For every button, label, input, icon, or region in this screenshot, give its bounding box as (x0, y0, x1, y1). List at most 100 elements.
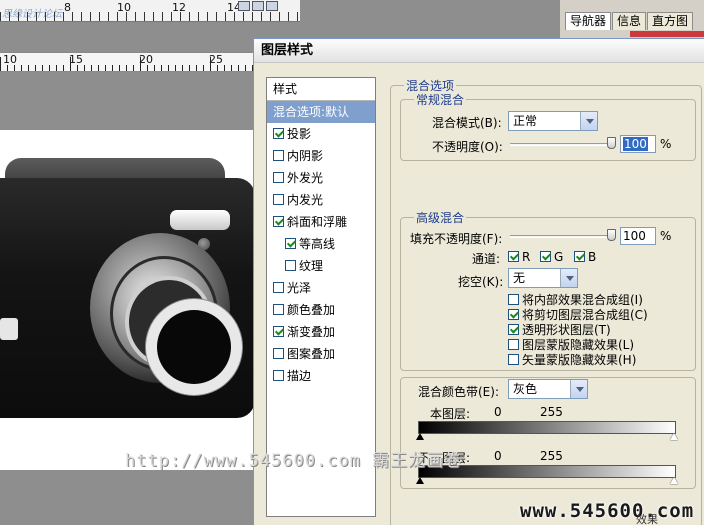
ruler-tick (9, 12, 10, 21)
dialog-title: 图层样式 (254, 39, 704, 63)
ruler-tick (252, 12, 253, 21)
advanced-option[interactable]: 矢量蒙版隐藏效果(H) (508, 351, 636, 368)
opacity-label: 不透明度(O): (432, 140, 503, 154)
this-layer-black-slider[interactable] (416, 433, 424, 440)
window-controls[interactable] (238, 0, 280, 11)
url-watermark: http://www.545600.com 霸王龙画卷 (125, 451, 463, 471)
channel-b-checkbox[interactable] (574, 251, 585, 262)
advanced-option-checkbox[interactable] (508, 294, 519, 305)
style-item-checkbox[interactable] (273, 282, 284, 293)
style-item[interactable]: 投影 (267, 123, 375, 145)
underlying-layer-black-slider[interactable] (416, 477, 424, 484)
style-item-checkbox[interactable] (273, 216, 284, 227)
ruler-tick (162, 12, 163, 21)
advanced-option-checkbox[interactable] (508, 309, 519, 320)
style-item[interactable]: 混合选项:默认 (267, 101, 375, 123)
camera-strap-holder (0, 318, 18, 340)
style-item[interactable]: 光泽 (267, 277, 375, 299)
style-item-checkbox[interactable] (273, 194, 284, 205)
style-item[interactable]: 纹理 (267, 255, 375, 277)
ruler-tick (49, 65, 50, 71)
navigator-view-box[interactable] (630, 31, 704, 37)
ruler-tick (91, 65, 92, 71)
style-item[interactable]: 内发光 (267, 189, 375, 211)
advanced-option-checkbox[interactable] (508, 324, 519, 335)
maximize-icon[interactable] (252, 1, 264, 11)
styles-header[interactable]: 样式 (267, 78, 375, 101)
ruler-tick (196, 65, 197, 71)
fill-opacity-label: 填充不透明度(F): (410, 232, 503, 246)
style-item[interactable]: 渐变叠加 (267, 321, 375, 343)
style-item-checkbox[interactable] (285, 238, 296, 249)
ruler-number: 15 (69, 53, 83, 66)
knockout-label: 挖空(K): (458, 275, 504, 289)
style-item-checkbox[interactable] (273, 304, 284, 315)
tab-histogram[interactable]: 直方图 (647, 12, 694, 30)
style-item[interactable]: 斜面和浮雕 (267, 211, 375, 233)
ruler-tick (35, 65, 36, 71)
ruler-tick (270, 12, 271, 21)
ruler-tick (18, 12, 19, 21)
style-item[interactable]: 内阴影 (267, 145, 375, 167)
style-item-checkbox[interactable] (273, 348, 284, 359)
style-item-label: 内发光 (287, 193, 324, 207)
ruler-tick (238, 65, 239, 71)
style-item-label: 等高线 (299, 237, 336, 251)
knockout-select[interactable]: 无 (508, 268, 578, 288)
opacity-slider-thumb[interactable] (607, 137, 616, 149)
style-item[interactable]: 颜色叠加 (267, 299, 375, 321)
style-item[interactable]: 描边 (267, 365, 375, 387)
style-item-label: 斜面和浮雕 (287, 215, 348, 229)
channel-g[interactable]: G (540, 250, 563, 264)
blend-mode-select[interactable]: 正常 (508, 111, 598, 131)
style-item-checkbox[interactable] (273, 172, 284, 183)
this-layer-min: 0 (494, 405, 502, 419)
chevron-down-icon[interactable] (570, 380, 587, 398)
ruler-tick (245, 65, 246, 71)
ruler-tick (98, 65, 99, 71)
this-layer-white-slider[interactable] (670, 433, 678, 440)
chevron-down-icon[interactable] (580, 112, 597, 130)
blend-if-value: 灰色 (513, 382, 538, 396)
style-item-checkbox[interactable] (273, 128, 284, 139)
document-ruler: 10 15 20 25 (0, 52, 262, 72)
style-item[interactable]: 等高线 (267, 233, 375, 255)
ruler-tick (225, 12, 226, 21)
advanced-option-checkbox[interactable] (508, 339, 519, 350)
ruler-tick (153, 12, 154, 21)
style-item-checkbox[interactable] (273, 370, 284, 381)
tab-info[interactable]: 信息 (612, 12, 647, 30)
channel-g-checkbox[interactable] (540, 251, 551, 262)
channel-b[interactable]: B (574, 250, 596, 264)
style-item-checkbox[interactable] (273, 326, 284, 337)
ruler-tick (54, 12, 55, 21)
ruler-tick (207, 12, 208, 21)
style-item-checkbox[interactable] (285, 260, 296, 271)
minimize-icon[interactable] (238, 1, 250, 11)
advanced-option-checkbox[interactable] (508, 354, 519, 365)
camera-flash (170, 210, 230, 230)
fill-opacity-slider-thumb[interactable] (607, 229, 616, 241)
channel-r-checkbox[interactable] (508, 251, 519, 262)
knockout-value: 无 (513, 271, 526, 285)
style-item[interactable]: 外发光 (267, 167, 375, 189)
ruler-tick (117, 12, 118, 21)
camera-lens-glass (157, 310, 231, 384)
fill-opacity-input[interactable]: 100 (620, 227, 656, 245)
chevron-down-icon[interactable] (560, 269, 577, 287)
opacity-input[interactable]: 100 (620, 135, 656, 153)
underlying-layer-white-slider[interactable] (670, 477, 678, 484)
channel-r[interactable]: R (508, 250, 530, 264)
blend-mode-label: 混合模式(B): (432, 116, 502, 130)
style-item[interactable]: 图案叠加 (267, 343, 375, 365)
tab-navigator[interactable]: 导航器 (565, 12, 612, 30)
close-icon[interactable] (266, 1, 278, 11)
style-item-checkbox[interactable] (273, 150, 284, 161)
opacity-slider[interactable] (510, 143, 614, 146)
fill-opacity-unit: % (660, 229, 672, 243)
blend-if-select[interactable]: 灰色 (508, 379, 588, 399)
fill-opacity-slider[interactable] (510, 235, 614, 238)
ruler-number: 8 (64, 1, 71, 14)
ruler-tick (7, 65, 8, 71)
advanced-blending-title: 高级混合 (414, 209, 467, 226)
